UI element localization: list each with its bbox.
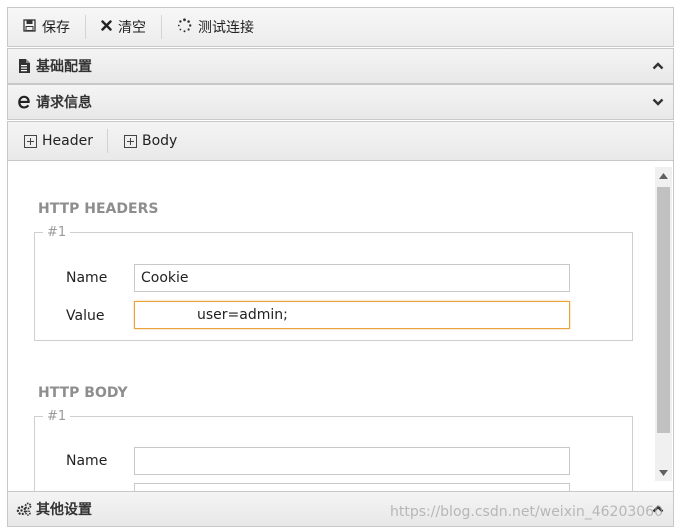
body-value-input[interactable]	[134, 483, 570, 491]
watermark-text: https://blog.csdn.net/weixin_46203060	[389, 504, 663, 520]
test-connection-label: 测试连接	[198, 20, 254, 36]
save-button-label: 保存	[42, 20, 70, 36]
scrollbar-thumb[interactable]	[657, 187, 670, 433]
header-name-input[interactable]	[134, 264, 570, 292]
app-frame: 保存 清空 测试连接 基础配置 请求信息 Header Body HTTP HE…	[7, 7, 674, 527]
toolbar: 保存 清空 测试连接	[7, 7, 674, 47]
vertical-scrollbar[interactable]	[655, 167, 672, 481]
request-info-toolbar: Header Body	[7, 121, 674, 161]
document-icon	[16, 59, 32, 73]
test-connection-button[interactable]: 测试连接	[162, 14, 269, 40]
add-header-button[interactable]: Header	[10, 128, 107, 154]
close-icon	[101, 19, 112, 35]
http-headers-title: HTTP HEADERS	[38, 201, 159, 217]
browser-e-icon	[16, 95, 32, 109]
body-group-legend: #1	[47, 409, 67, 424]
spinner-icon	[177, 17, 192, 37]
http-body-title: HTTP BODY	[38, 385, 128, 401]
chevron-up-icon[interactable]	[651, 59, 665, 73]
header-group-legend: #1	[47, 225, 67, 240]
header-value-input[interactable]	[134, 301, 570, 329]
add-body-button[interactable]: Body	[110, 128, 191, 154]
floppy-icon	[23, 18, 36, 36]
add-body-label: Body	[141, 133, 178, 149]
scroll-down-arrow-icon[interactable]	[655, 464, 672, 481]
header-name-label: Name	[66, 270, 108, 286]
plus-square-icon	[24, 134, 37, 148]
toolbar-divider	[106, 129, 108, 153]
panel-basic-config-header[interactable]: 基础配置	[7, 48, 674, 84]
gears-icon	[16, 502, 32, 516]
request-info-content: HTTP HEADERS #1 Name Value HTTP BODY #1 …	[7, 161, 674, 491]
add-header-label: Header	[42, 133, 93, 149]
body-name-input[interactable]	[134, 447, 570, 475]
panel-request-info-title: 请求信息	[36, 95, 92, 111]
panel-other-settings-title: 其他设置	[36, 502, 92, 518]
panel-basic-config-title: 基础配置	[36, 59, 92, 75]
plus-square-icon	[123, 134, 137, 148]
header-value-label: Value	[66, 308, 105, 324]
chevron-down-icon[interactable]	[651, 95, 665, 109]
save-button[interactable]: 保存	[8, 14, 85, 40]
panel-request-info-header[interactable]: 请求信息	[7, 84, 674, 120]
scroll-up-arrow-icon[interactable]	[655, 167, 672, 184]
clear-button-label: 清空	[118, 20, 146, 36]
panel-other-settings-header[interactable]: 其他设置 https://blog.csdn.net/weixin_462030…	[7, 491, 674, 527]
clear-button[interactable]: 清空	[86, 14, 161, 40]
body-name-label: Name	[66, 453, 108, 469]
